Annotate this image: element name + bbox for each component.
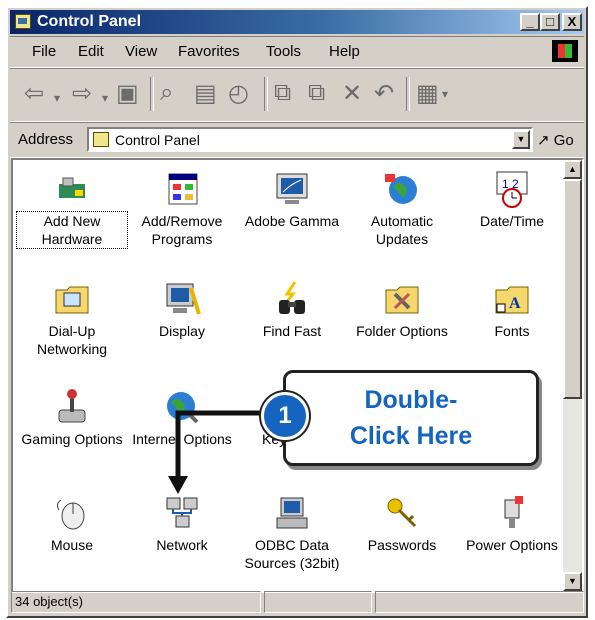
callout-arrow — [168, 410, 262, 494]
callout-line-2: Click Here — [349, 422, 473, 450]
step-number-badge: 1 — [261, 392, 309, 440]
instruction-callout: Double- Click Here — [283, 370, 539, 466]
callout-line-1: Double- — [364, 386, 458, 414]
